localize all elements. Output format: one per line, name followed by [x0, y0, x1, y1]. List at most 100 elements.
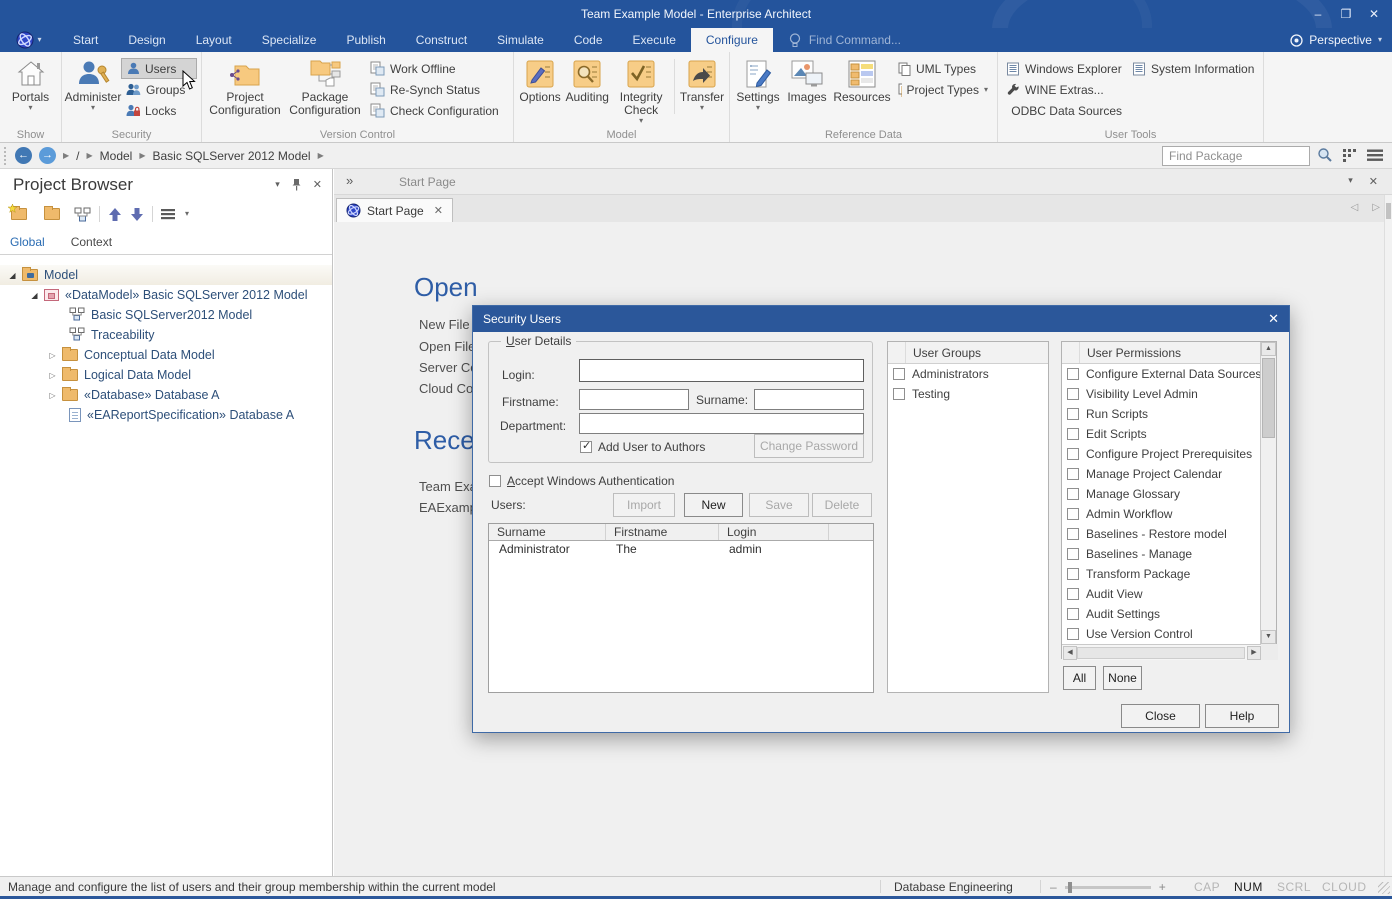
col-surname[interactable]: Surname: [489, 524, 606, 540]
breadcrumb-model[interactable]: Model: [100, 149, 133, 163]
permission-item[interactable]: Audit Settings: [1062, 604, 1276, 624]
help-button[interactable]: Help: [1205, 704, 1279, 728]
check-configuration-button[interactable]: Check Configuration: [365, 100, 507, 121]
accept-windows-auth-checkbox[interactable]: Accept Windows Authentication: [489, 474, 674, 488]
zoom-slider[interactable]: [1065, 886, 1151, 889]
user-group-item[interactable]: Testing: [888, 384, 1048, 404]
expander-closed-icon[interactable]: ▷: [46, 371, 59, 380]
breadcrumb-current[interactable]: Basic SQLServer 2012 Model: [153, 149, 311, 163]
close-button[interactable]: Close: [1121, 704, 1200, 728]
transfer-button[interactable]: Transfer ▾: [678, 55, 726, 112]
table-row[interactable]: Administrator The admin: [489, 541, 873, 558]
scrollbar-thumb[interactable]: [1077, 647, 1245, 659]
images-button[interactable]: Images: [783, 55, 831, 104]
permission-item[interactable]: Edit Scripts: [1062, 424, 1276, 444]
expander-open-icon[interactable]: ◢: [6, 271, 19, 280]
save-button[interactable]: Save: [749, 493, 809, 517]
tab-layout[interactable]: Layout: [181, 28, 247, 52]
dialog-close-icon[interactable]: ✕: [1268, 311, 1279, 327]
tab-execute[interactable]: Execute: [618, 28, 691, 52]
checkbox-icon[interactable]: [1067, 488, 1079, 500]
folder-icon[interactable]: [44, 208, 60, 220]
tab-specialize[interactable]: Specialize: [247, 28, 332, 52]
model-views-icon[interactable]: [1342, 148, 1357, 163]
tab-construct[interactable]: Construct: [401, 28, 482, 52]
status-mode[interactable]: Database Engineering: [894, 880, 1013, 894]
tab-configure[interactable]: Configure: [691, 28, 773, 52]
find-command[interactable]: Find Command...: [789, 28, 901, 52]
checkbox-icon[interactable]: [1067, 528, 1079, 540]
permission-item[interactable]: Configure External Data Sources: [1062, 364, 1276, 384]
tab-start-page[interactable]: Start Page ✕: [336, 198, 453, 222]
tree-item-package[interactable]: ▷ «Database» Database A: [0, 385, 332, 405]
resynch-status-button[interactable]: Re-Synch Status: [365, 79, 507, 100]
dialog-title-bar[interactable]: Security Users ✕: [473, 306, 1289, 332]
locks-button[interactable]: Locks: [121, 100, 197, 121]
browser-menu-icon[interactable]: [161, 208, 177, 220]
zoom-slider-thumb[interactable]: [1068, 882, 1072, 893]
search-icon[interactable]: [1317, 147, 1333, 163]
permissions-vertical-scrollbar[interactable]: ▲ ▼: [1260, 342, 1276, 644]
permissions-horizontal-scrollbar[interactable]: ◀ ▶: [1062, 644, 1262, 660]
administer-button[interactable]: Administer ▾: [65, 55, 121, 112]
all-button[interactable]: All: [1063, 666, 1096, 690]
package-configuration-button[interactable]: Package Configuration: [285, 55, 365, 117]
users-table-header[interactable]: Surname Firstname Login: [489, 524, 873, 541]
double-chevron-icon[interactable]: »: [346, 173, 353, 188]
tree-item-package[interactable]: ▷ Conceptual Data Model: [0, 345, 332, 365]
checkbox-icon[interactable]: [1067, 628, 1079, 640]
perspective-menu[interactable]: Perspective ▾: [1290, 28, 1382, 52]
permission-item[interactable]: Audit View: [1062, 584, 1276, 604]
tab-list-icon[interactable]: ▾: [1348, 175, 1353, 188]
permission-item[interactable]: Use Version Control: [1062, 624, 1276, 644]
permission-item[interactable]: Configure Project Prerequisites: [1062, 444, 1276, 464]
zoom-out-icon[interactable]: –: [1050, 880, 1057, 894]
scrollbar-thumb[interactable]: [1262, 358, 1275, 438]
checkbox-icon[interactable]: [1067, 608, 1079, 620]
scroll-down-icon[interactable]: ▼: [1261, 630, 1276, 644]
tab-start[interactable]: Start: [58, 28, 113, 52]
system-information-button[interactable]: System Information: [1127, 58, 1260, 79]
checkbox-icon[interactable]: [1067, 448, 1079, 460]
resize-grip[interactable]: [1378, 882, 1390, 894]
checkbox-icon[interactable]: [893, 388, 905, 400]
col-login[interactable]: Login: [719, 524, 829, 540]
minimize-button[interactable]: –: [1306, 3, 1330, 25]
col-firstname[interactable]: Firstname: [606, 524, 719, 540]
tab-code[interactable]: Code: [559, 28, 618, 52]
app-menu-button[interactable]: ▾: [0, 28, 58, 52]
permission-item[interactable]: Manage Glossary: [1062, 484, 1276, 504]
find-package-input[interactable]: [1162, 146, 1310, 166]
permission-item[interactable]: Run Scripts: [1062, 404, 1276, 424]
diagram-tool-icon[interactable]: [74, 207, 91, 222]
tree-item-diagram[interactable]: Basic SQLServer2012 Model: [0, 305, 332, 325]
checkbox-icon[interactable]: [1067, 548, 1079, 560]
department-input[interactable]: [579, 413, 864, 434]
windows-explorer-button[interactable]: Windows Explorer: [1001, 58, 1127, 79]
link-new-file[interactable]: New File: [419, 317, 470, 332]
permission-item[interactable]: Baselines - Restore model: [1062, 524, 1276, 544]
firstname-input[interactable]: [579, 389, 689, 410]
import-button[interactable]: Import: [613, 493, 675, 517]
resources-button[interactable]: Resources: [831, 55, 893, 104]
add-user-to-authors-checkbox[interactable]: Add User to Authors: [580, 440, 705, 454]
tree-item-datamodel[interactable]: ◢ «DataModel» Basic SQLServer 2012 Model: [0, 285, 332, 305]
zoom-in-icon[interactable]: +: [1159, 880, 1166, 894]
project-types-button[interactable]: Project Types ▾: [893, 79, 993, 100]
expander-closed-icon[interactable]: ▷: [46, 391, 59, 400]
scroll-up-icon[interactable]: ▲: [1261, 342, 1276, 356]
change-password-button[interactable]: Change Password: [754, 434, 864, 458]
expander-closed-icon[interactable]: ▷: [46, 351, 59, 360]
permission-item[interactable]: Baselines - Manage: [1062, 544, 1276, 564]
panel-menu-icon[interactable]: ▾: [275, 179, 280, 190]
uml-types-button[interactable]: UML Types: [893, 58, 993, 79]
tab-publish[interactable]: Publish: [331, 28, 400, 52]
user-group-item[interactable]: Administrators: [888, 364, 1048, 384]
vertical-scrollbar[interactable]: [1384, 195, 1392, 876]
tab-design[interactable]: Design: [113, 28, 180, 52]
scroll-left-icon[interactable]: ◀: [1063, 646, 1077, 660]
col-extra[interactable]: [829, 524, 873, 540]
maximize-button[interactable]: ❐: [1334, 3, 1358, 25]
back-button[interactable]: ←: [15, 147, 32, 164]
tab-scroll-right-icon[interactable]: ▷: [1372, 202, 1380, 213]
